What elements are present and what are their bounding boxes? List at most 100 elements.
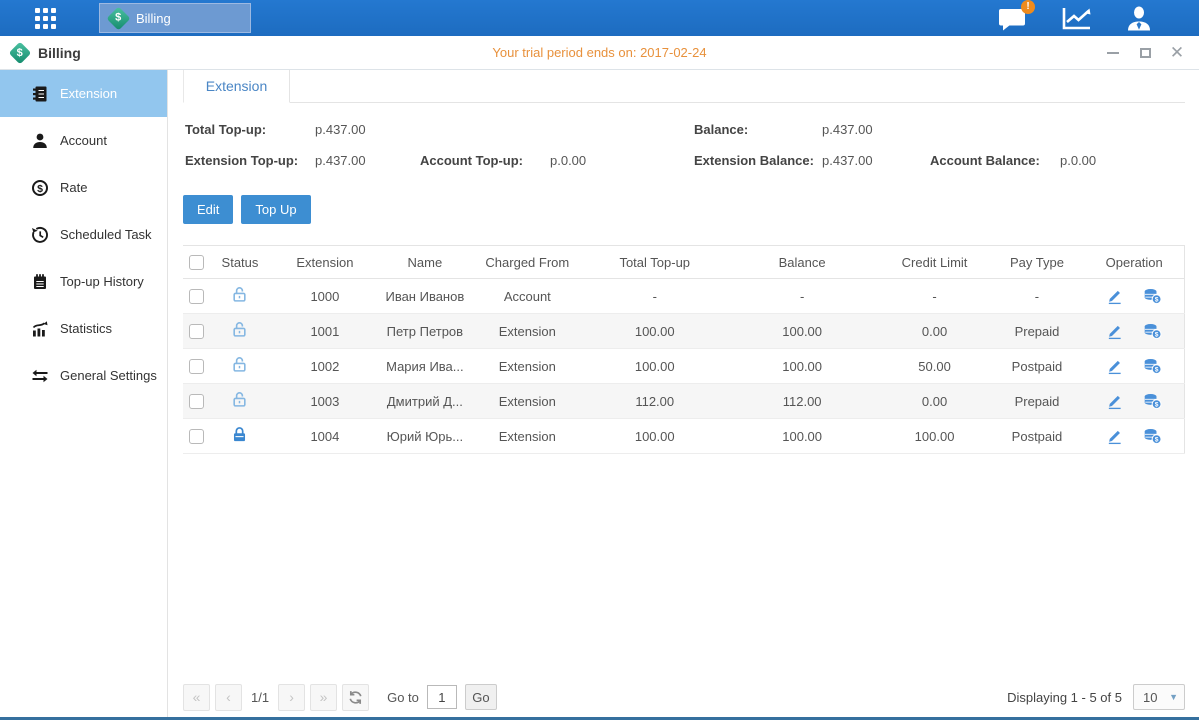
col-header-total-topup: Total Top-up [585,246,725,279]
cell-extension: 1003 [270,384,380,419]
prev-page-button[interactable]: ‹ [215,684,242,711]
billing-app-icon: $ [106,6,130,30]
sidebar-item-label: Top-up History [60,274,144,289]
account-button[interactable] [1125,6,1153,31]
summary-label: Account Top-up: [420,153,550,168]
topup-icon[interactable]: $ [1143,322,1162,340]
go-button[interactable]: Go [465,684,497,710]
notifications-button[interactable]: ! [998,6,1028,31]
reports-button[interactable] [1061,6,1092,31]
cell-charged-from: Extension [470,419,585,454]
history-clock-icon [31,226,49,244]
taskbar-tab-label: Billing [136,11,171,26]
cell-pay-type: - [990,279,1085,314]
table-header-row: Status Extension Name Charged From Total… [183,246,1185,279]
displaying-text: Displaying 1 - 5 of 5 [1007,690,1122,705]
sidebar-item-label: Extension [60,86,117,101]
dollar-circle-icon: $ [31,179,49,197]
window-titlebar: $ Billing Your trial period ends on: 201… [0,36,1199,70]
summary-value: p.437.00 [315,153,420,168]
top-up-button[interactable]: Top Up [241,195,310,224]
summary-value: p.437.00 [315,122,420,137]
row-checkbox[interactable] [189,429,204,444]
edit-icon[interactable] [1106,358,1123,375]
tab-extension[interactable]: Extension [183,70,290,103]
sidebar-item-scheduled-task[interactable]: Scheduled Task [0,211,167,258]
close-button[interactable]: ✕ [1169,45,1185,61]
svg-text:$: $ [1155,332,1159,339]
sidebar-item-account[interactable]: Account [0,117,167,164]
svg-text:$: $ [37,182,43,194]
next-page-button[interactable]: › [278,684,305,711]
summary-label: Balance: [694,122,822,137]
summary-label: Total Top-up: [185,122,315,137]
maximize-button[interactable] [1137,45,1153,61]
cell-balance: 100.00 [725,349,880,384]
notepad-icon [31,273,49,291]
summary-label: Extension Balance: [694,153,822,168]
page-size-select[interactable]: 10 ▼ [1133,684,1185,710]
cell-name: Иван Иванов [380,279,470,314]
row-checkbox[interactable] [189,289,204,304]
cell-name: Юрий Юрь... [380,419,470,454]
topup-icon[interactable]: $ [1143,427,1162,445]
sidebar-item-extension[interactable]: Extension [0,70,167,117]
app-launcher-icon[interactable] [35,8,56,29]
svg-text:$: $ [1155,402,1159,409]
chevron-down-icon: ▼ [1169,692,1184,702]
billing-summary: Total Top-up: p.437.00 Balance: p.437.00… [185,114,1185,176]
cell-credit-limit: - [880,279,990,314]
last-page-button[interactable]: » [310,684,337,711]
sidebar-item-label: Rate [60,180,87,195]
refresh-icon [348,690,363,705]
col-header-credit-limit: Credit Limit [880,246,990,279]
table-row: 1000 Иван Иванов Account - - - - $ [183,279,1185,314]
table-row: 1002 Мария Ива... Extension 100.00 100.0… [183,349,1185,384]
unlock-icon [231,356,248,373]
edit-button[interactable]: Edit [183,195,233,224]
unlock-icon [231,321,248,338]
trial-notice: Your trial period ends on: 2017-02-24 [0,45,1199,60]
col-header-extension: Extension [270,246,380,279]
edit-icon[interactable] [1106,393,1123,410]
window-title: Billing [38,45,81,61]
cell-credit-limit: 0.00 [880,314,990,349]
edit-icon[interactable] [1106,323,1123,340]
refresh-button[interactable] [342,684,369,711]
edit-icon[interactable] [1106,428,1123,445]
goto-page-input[interactable] [427,685,457,709]
sidebar-item-label: Statistics [60,321,112,336]
topup-icon[interactable]: $ [1143,287,1162,305]
sidebar-item-topup-history[interactable]: Top-up History [0,258,167,305]
sidebar-item-general-settings[interactable]: General Settings [0,352,167,399]
taskbar-tab-billing[interactable]: $ Billing [99,3,251,33]
window-billing-icon: $ [9,41,32,64]
row-checkbox[interactable] [189,359,204,374]
sidebar-item-label: General Settings [60,368,157,383]
cell-pay-type: Postpaid [990,419,1085,454]
svg-text:$: $ [1155,297,1159,304]
lock-icon [231,426,248,443]
cell-total-topup: 100.00 [585,349,725,384]
minimize-button[interactable] [1105,45,1121,61]
ledger-icon [31,85,49,103]
cell-pay-type: Prepaid [990,384,1085,419]
col-header-operation: Operation [1084,246,1184,279]
topup-icon[interactable]: $ [1143,357,1162,375]
cell-balance: 112.00 [725,384,880,419]
first-page-button[interactable]: « [183,684,210,711]
cell-name: Мария Ива... [380,349,470,384]
cell-total-topup: 112.00 [585,384,725,419]
select-all-checkbox[interactable] [189,255,204,270]
topup-icon[interactable]: $ [1143,392,1162,410]
cell-name: Дмитрий Д... [380,384,470,419]
sidebar-item-rate[interactable]: $ Rate [0,164,167,211]
cell-charged-from: Extension [470,314,585,349]
cell-total-topup: - [585,279,725,314]
row-checkbox[interactable] [189,324,204,339]
summary-label: Account Balance: [930,153,1060,168]
sidebar-item-statistics[interactable]: Statistics [0,305,167,352]
edit-icon[interactable] [1106,288,1123,305]
col-header-name: Name [380,246,470,279]
row-checkbox[interactable] [189,394,204,409]
